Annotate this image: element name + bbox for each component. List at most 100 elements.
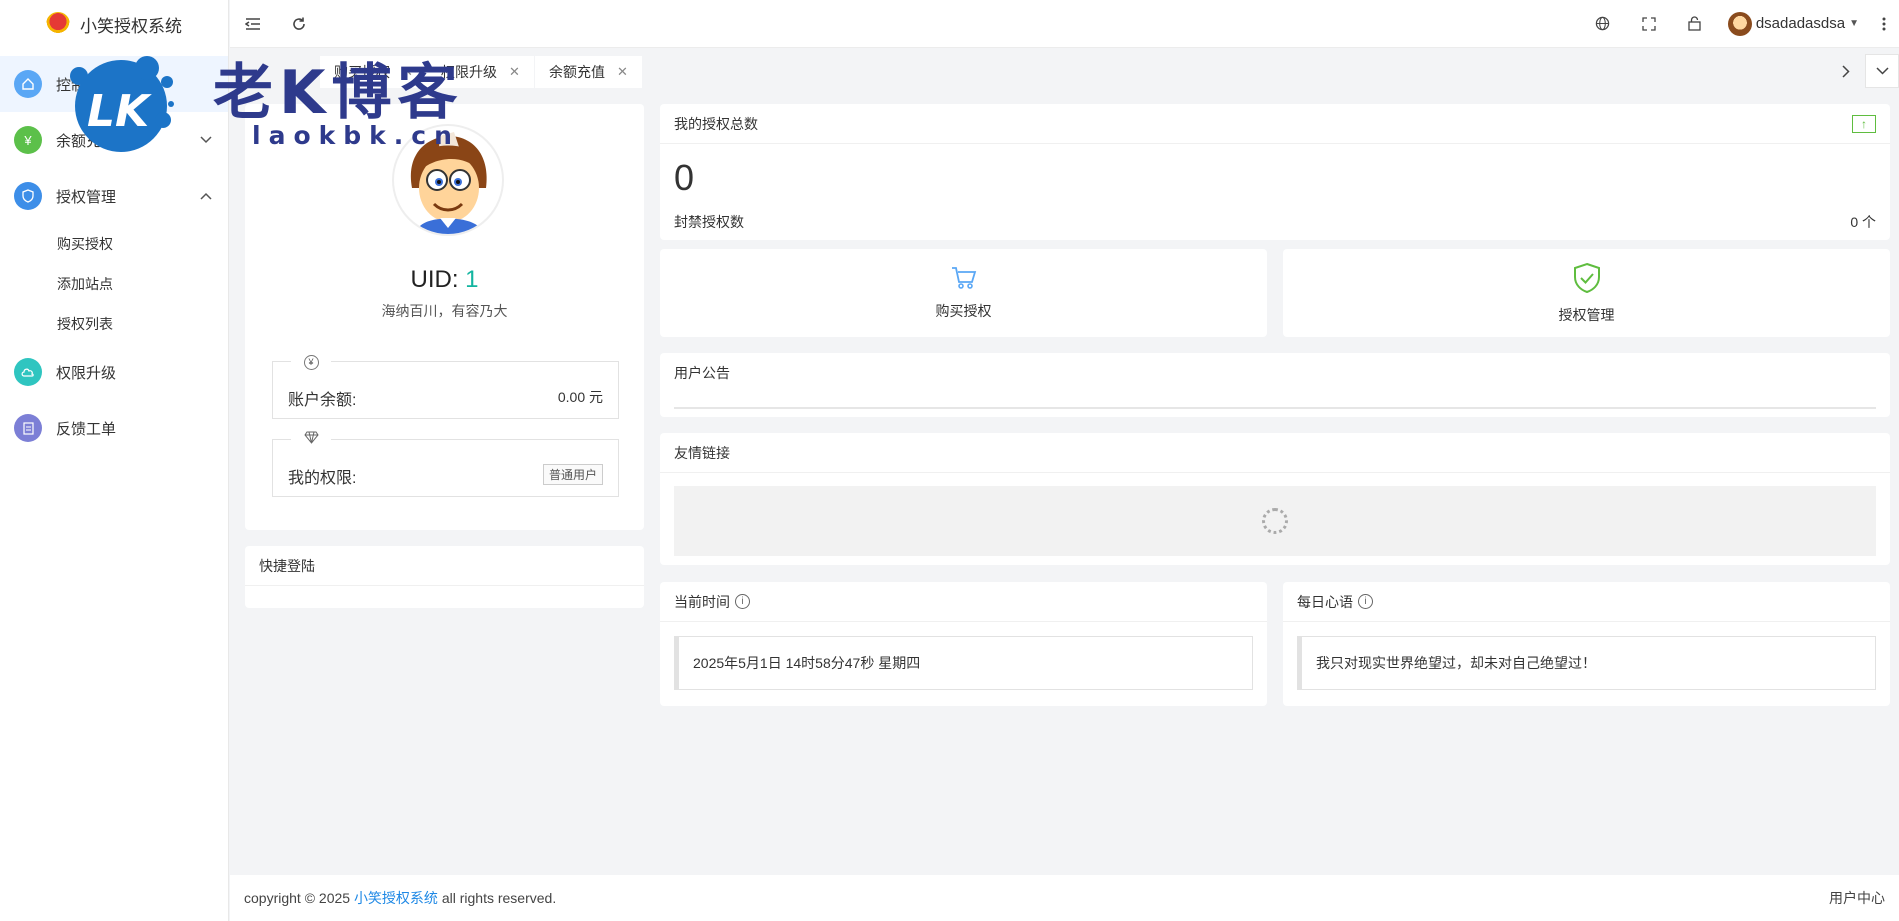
tab-recharge[interactable]: 余额充值 ✕ <box>535 56 642 88</box>
loading-area <box>674 486 1876 556</box>
sidebar-item-dashboard[interactable]: 控制台 <box>0 56 228 112</box>
card-title: 每日心语 <box>1297 593 1353 610</box>
sidebar: 小笑授权系统 控制台 ¥ 余额充值 授权管理 购买授权 添加站点 授权列表 权限… <box>0 0 229 921</box>
banned-label: 封禁授权数 <box>674 214 744 230</box>
current-time: 2025年5月1日 14时58分47秒 星期四 <box>674 636 1253 690</box>
shortcut-buy-content: 购买授权 <box>660 249 1267 337</box>
shortcut-manage[interactable]: 授权管理 <box>1283 249 1890 337</box>
loading-spinner-icon <box>1262 508 1288 534</box>
sidebar-item-ticket[interactable]: 反馈工单 <box>0 400 228 456</box>
avatar <box>392 124 504 236</box>
sidebar-item-label: 余额充值 <box>56 132 117 150</box>
shield-icon <box>14 182 42 210</box>
arrow-up-icon[interactable]: ↑ <box>1852 115 1876 133</box>
cart-icon <box>951 266 977 293</box>
stats-card: 我的授权总数 ↑ 0 封禁授权数 0 个 <box>660 104 1890 240</box>
app-title: 小笑授权系统 <box>80 16 182 36</box>
balance-label: 账户余额: <box>288 392 357 409</box>
copyright-suffix: all rights reserved. <box>441 890 557 906</box>
user-menu[interactable]: dsadadasdsa ▼ <box>1718 11 1869 36</box>
close-icon[interactable]: ✕ <box>617 64 628 80</box>
home-icon <box>14 70 42 98</box>
menu-collapse-icon[interactable] <box>230 0 276 48</box>
sidebar-item-recharge[interactable]: ¥ 余额充值 <box>0 112 228 168</box>
refresh-icon[interactable] <box>276 0 322 48</box>
card-title: 用户公告 <box>674 365 730 381</box>
uid-value: 1 <box>465 266 479 293</box>
sidebar-item-upgrade[interactable]: 权限升级 <box>0 344 228 400</box>
daily-card: 每日心语 i 我只对现实世界绝望过，却未对自己绝望过！ <box>1283 582 1890 706</box>
yen-icon: ¥ <box>14 126 42 154</box>
top-header: dsadadasdsa ▼ <box>230 0 1899 48</box>
card-header: 每日心语 i <box>1283 582 1890 622</box>
username: dsadadasdsa <box>1755 15 1846 32</box>
links-card: 友情链接 <box>660 433 1890 565</box>
tabs-bar: 购买授权 ✕ 权限升级 ✕ 余额充值 ✕ <box>230 50 1899 92</box>
permission-badge: 普通用户 <box>542 464 603 485</box>
card-header: 当前时间 i <box>660 582 1267 622</box>
permission-box: 我的权限: 普通用户 <box>272 431 619 497</box>
sidebar-item-label: 反馈工单 <box>56 420 117 438</box>
brand[interactable]: 小笑授权系统 <box>0 0 228 48</box>
close-icon[interactable]: ✕ <box>509 64 520 80</box>
info-icon[interactable]: i <box>735 594 750 609</box>
sidebar-item-label: 控制台 <box>56 76 102 94</box>
shortcut-label: 授权管理 <box>1558 306 1615 323</box>
balance-box: ¥ 账户余额: 0.00 元 <box>272 353 619 419</box>
card-title: 友情链接 <box>660 433 1890 473</box>
globe-icon[interactable] <box>1580 0 1626 48</box>
chevron-up-icon <box>200 189 212 203</box>
permission-legend <box>291 431 331 449</box>
shortcut-label: 购买授权 <box>935 302 992 319</box>
lock-icon[interactable] <box>1672 0 1718 48</box>
fullscreen-icon[interactable] <box>1626 0 1672 48</box>
notice-card: 用户公告 <box>660 353 1890 417</box>
shortcut-manage-content: 授权管理 <box>1283 249 1890 337</box>
yen-icon: ¥ <box>303 354 319 370</box>
tab-upgrade[interactable]: 权限升级 ✕ <box>427 56 534 88</box>
logo-icon <box>46 12 70 36</box>
footer-user-center[interactable]: 用户中心 <box>1829 888 1885 908</box>
copyright-prefix: copyright © 2025 <box>244 890 351 906</box>
header-actions: dsadadasdsa ▼ <box>1580 0 1899 48</box>
sidebar-item-label: 授权管理 <box>56 188 117 206</box>
cloud-icon <box>14 358 42 386</box>
daily-quote: 我只对现实世界绝望过，却未对自己绝望过！ <box>1297 636 1876 690</box>
avatar <box>1727 11 1752 36</box>
tab-label: 余额充值 <box>549 64 605 80</box>
info-icon[interactable]: i <box>1358 594 1373 609</box>
permission-label: 我的权限: <box>288 470 357 487</box>
tab-label: 权限升级 <box>441 64 497 80</box>
total-count: 0 <box>674 157 695 198</box>
time-card: 当前时间 i 2025年5月1日 14时58分47秒 星期四 <box>660 582 1267 706</box>
balance-legend: ¥ <box>291 353 331 371</box>
tab-buy[interactable]: 购买授权 ✕ <box>320 56 427 88</box>
sidebar-subitem-list[interactable]: 授权列表 <box>0 304 228 344</box>
banned-value: 0 个 <box>1850 214 1876 230</box>
footer: copyright © 2025 小笑授权系统 all rights reser… <box>230 875 1899 921</box>
ticket-icon <box>14 414 42 442</box>
sidebar-item-label: 权限升级 <box>56 364 117 382</box>
close-icon[interactable]: ✕ <box>402 64 413 80</box>
card-title: 当前时间 <box>674 593 730 610</box>
balance-value: 0.00 元 <box>557 389 603 405</box>
sidebar-subitem-add-site[interactable]: 添加站点 <box>0 264 228 304</box>
chevron-down-icon[interactable] <box>1865 54 1899 88</box>
footer-link[interactable]: 小笑授权系统 <box>354 888 438 908</box>
divider <box>674 407 1876 409</box>
caret-down-icon: ▼ <box>1849 18 1859 29</box>
sidebar-nav: 控制台 ¥ 余额充值 授权管理 购买授权 添加站点 授权列表 权限升级 反馈工单 <box>0 56 228 456</box>
sidebar-item-auth-manage[interactable]: 授权管理 <box>0 168 228 224</box>
quick-login-card: 快捷登陆 <box>245 546 644 608</box>
profile-card: UID: 1 海纳百川，有容乃大 ¥ 账户余额: 0.00 元 我的权限: 普通… <box>245 104 644 530</box>
chevron-right-icon[interactable] <box>1829 54 1863 88</box>
motto: 海纳百川，有容乃大 <box>381 303 508 319</box>
sidebar-subitem-buy[interactable]: 购买授权 <box>0 224 228 264</box>
uid: UID: 1 <box>245 266 644 294</box>
shield-check-icon <box>1572 262 1602 297</box>
card-title: 我的授权总数 <box>660 104 1890 144</box>
chevron-down-icon <box>200 133 212 147</box>
shortcut-buy[interactable]: 购买授权 <box>660 249 1267 337</box>
more-icon[interactable] <box>1869 0 1899 48</box>
card-title: 快捷登陆 <box>245 546 644 586</box>
